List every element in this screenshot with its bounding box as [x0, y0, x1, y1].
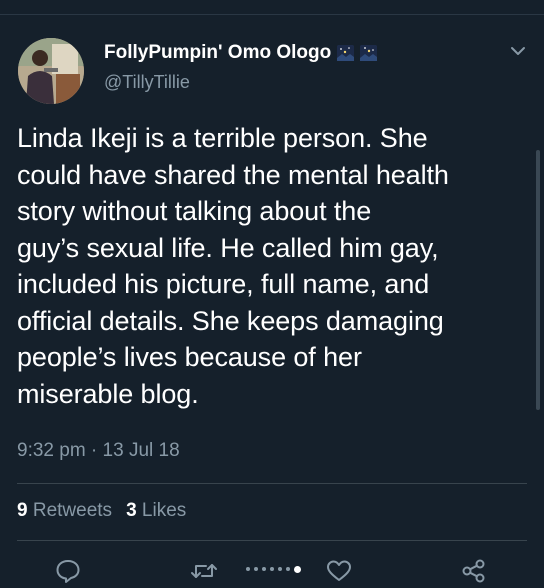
- tweet-text-line: miserable blog.: [17, 378, 199, 409]
- tweet-text-line: guy’s sexual life. He called him gay,: [17, 232, 439, 263]
- pager-dot: [254, 567, 258, 571]
- stats-divider-top: [17, 483, 527, 484]
- pager-dot: [286, 567, 290, 571]
- stats-divider-bottom: [17, 540, 527, 541]
- retweet-icon[interactable]: [190, 558, 218, 584]
- media-pager-dots: [246, 565, 301, 573]
- chevron-down-icon[interactable]: [509, 44, 527, 58]
- night-sky-emoji-icon: [337, 45, 355, 61]
- tweet-text-line: could have shared the mental health: [17, 159, 449, 190]
- top-divider: [0, 14, 544, 15]
- user-name-row: FollyPumpin' Omo Ologo: [104, 42, 378, 64]
- tweet-text-line: included his picture, full name, and: [17, 269, 430, 299]
- pager-dot: [262, 567, 266, 571]
- pager-dot-active: [294, 565, 301, 573]
- share-icon[interactable]: [460, 558, 488, 584]
- pager-dot: [246, 567, 250, 571]
- retweets-count: 9: [17, 500, 28, 521]
- tweet-text-line: people’s lives because of her: [17, 342, 362, 372]
- tweet-text-line: story without talking about the: [17, 196, 372, 226]
- engagement-stats: 9 Retweets 3 Likes: [17, 500, 186, 522]
- retweets-label: Retweets: [32, 500, 113, 521]
- tweet-text: Linda Ikeji is a terrible person. She co…: [17, 120, 517, 412]
- likes-count: 3: [126, 500, 137, 521]
- display-name[interactable]: FollyPumpin' Omo Ologo: [104, 42, 331, 64]
- avatar-photo: [18, 38, 84, 104]
- user-handle[interactable]: @TillyTillie: [104, 72, 190, 93]
- tweet-text-line: Linda Ikeji is a terrible person. She: [17, 123, 428, 153]
- pager-dot: [270, 567, 274, 571]
- tweet-text-line: official details. She keeps damaging: [17, 305, 444, 336]
- reply-icon[interactable]: [54, 558, 82, 584]
- pager-dot: [278, 567, 282, 571]
- retweets-stat[interactable]: 9 Retweets: [17, 500, 112, 521]
- tweet-timestamp[interactable]: 9:32 pm · 13 Jul 18: [17, 440, 180, 462]
- likes-label: Likes: [141, 500, 187, 521]
- avatar[interactable]: [18, 38, 84, 104]
- scrollbar[interactable]: [536, 150, 540, 410]
- likes-stat[interactable]: 3 Likes: [126, 500, 186, 521]
- tweet-detail-screen: FollyPumpin' Omo Ologo @TillyTillie Lind…: [0, 0, 544, 588]
- night-sky-emoji-icon: [360, 45, 378, 61]
- like-icon[interactable]: [325, 558, 353, 584]
